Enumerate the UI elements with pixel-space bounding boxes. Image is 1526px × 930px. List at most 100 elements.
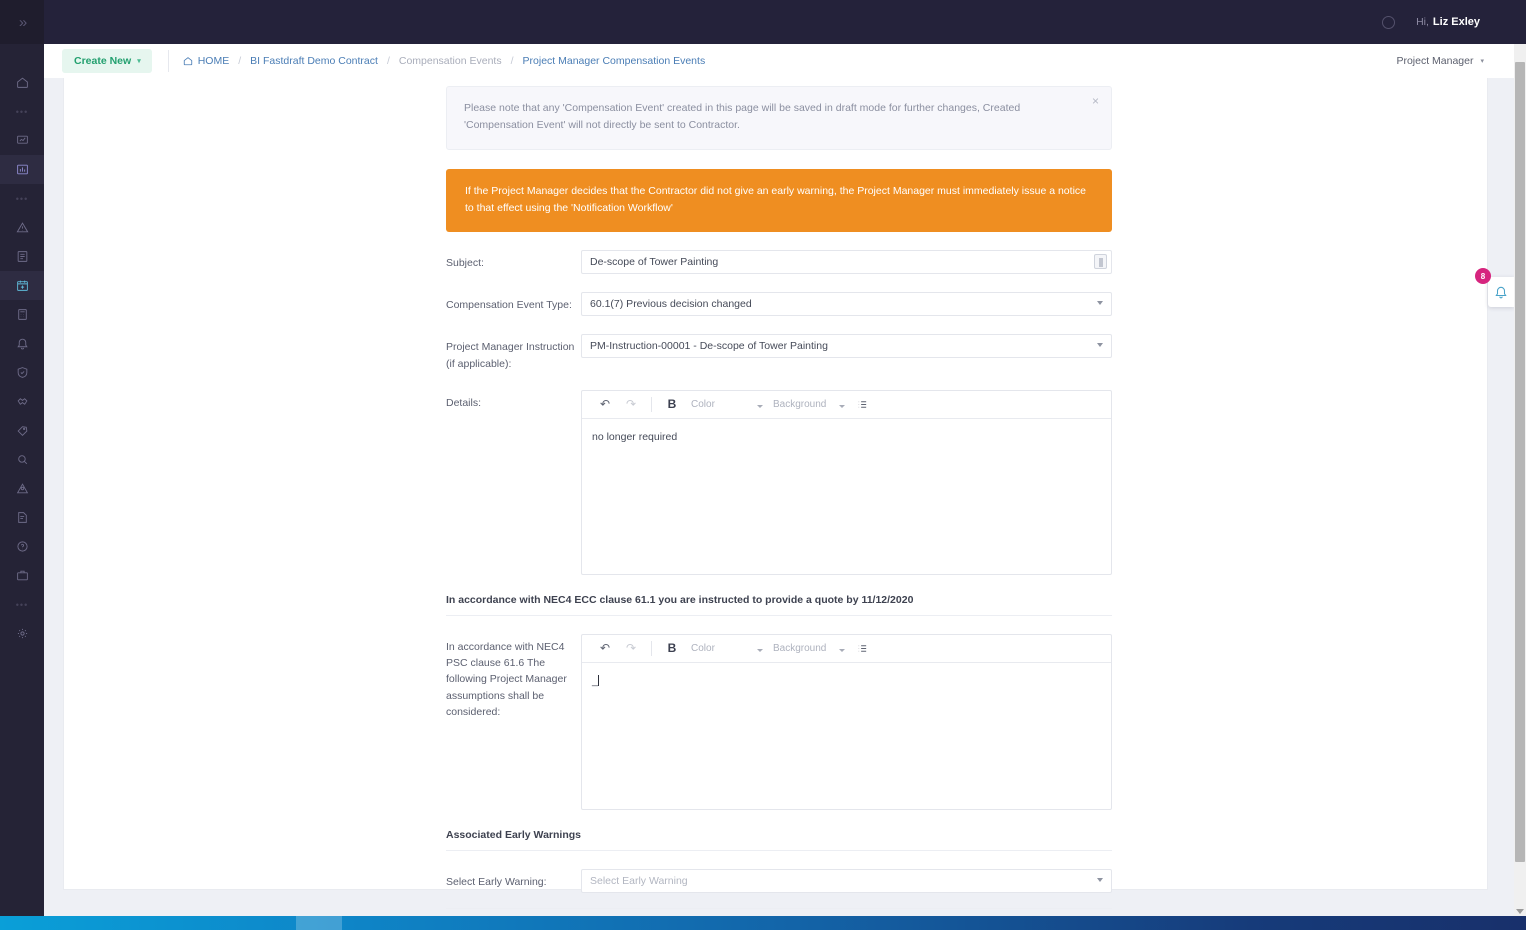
bold-button[interactable]: B	[659, 635, 685, 661]
sidebar-item-dashboard[interactable]	[0, 126, 44, 155]
os-taskbar	[0, 916, 1526, 930]
pm-instruction-select[interactable]: PM-Instruction-00001 - De-scope of Tower…	[581, 334, 1112, 359]
chevron-down-icon	[757, 404, 763, 408]
bullet-list-icon[interactable]	[849, 391, 875, 417]
circle-icon[interactable]	[1382, 15, 1396, 29]
chevron-down-icon: ▾	[137, 58, 141, 65]
breadcrumb-separator: /	[386, 55, 390, 67]
chevron-down-icon	[839, 648, 845, 652]
sidebar-item-home[interactable]	[0, 68, 44, 97]
details-editor-body[interactable]: no longer required	[582, 419, 1111, 574]
sidebar-item-notifications[interactable]	[0, 329, 44, 358]
form-row-pm-instruction: Project Manager Instruction (if applicab…	[446, 334, 1112, 372]
background-color-label: Background	[773, 642, 827, 654]
form-row-subject: Subject:	[446, 250, 1112, 275]
chevron-down-icon	[1097, 301, 1103, 306]
scrollbar-thumb[interactable]	[1515, 62, 1525, 862]
toolbar-divider	[651, 396, 652, 412]
role-switcher[interactable]: Project Manager ▾	[1396, 55, 1512, 67]
bell-icon	[1495, 286, 1507, 299]
sidebar-item-reports[interactable]	[0, 155, 44, 184]
text-color-dropdown[interactable]: Color	[691, 643, 767, 654]
sidebar-item-help[interactable]	[0, 532, 44, 561]
compensation-event-form: Please note that any 'Compensation Event…	[446, 78, 1112, 916]
draft-mode-notice: Please note that any 'Compensation Event…	[446, 86, 1112, 150]
details-editor-toolbar: ↶ ↷ B Color Background	[582, 391, 1111, 419]
text-cursor	[597, 674, 599, 686]
notification-count-badge: 8	[1475, 268, 1491, 284]
sidebar-divider-dots: •••	[15, 599, 29, 610]
breadcrumb-item-pm-compensation-events[interactable]: Project Manager Compensation Events	[523, 55, 706, 67]
sidebar-item-partners[interactable]	[0, 387, 44, 416]
sidebar-item-compensation-events[interactable]	[0, 271, 44, 300]
redo-icon[interactable]: ↷	[618, 391, 644, 417]
text-color-dropdown[interactable]: Color	[691, 399, 767, 410]
bullet-list-icon[interactable]	[849, 635, 875, 661]
content-card: Please note that any 'Compensation Event…	[63, 78, 1488, 909]
calendar-plus-icon	[16, 280, 28, 291]
breadcrumb-item-home[interactable]: HOME	[183, 55, 229, 67]
early-warning-select[interactable]: Select Early Warning	[581, 868, 1112, 893]
undo-icon[interactable]: ↶	[592, 635, 618, 661]
help-circle-icon	[16, 541, 28, 552]
form-row-event-type: Compensation Event Type: 60.1(7) Previou…	[446, 292, 1112, 317]
early-warning-banner-text: If the Project Manager decides that the …	[465, 184, 1086, 214]
breadcrumb-item-contract[interactable]: BI Fastdraft Demo Contract	[250, 55, 378, 67]
scroll-down-arrow-icon[interactable]	[1516, 909, 1524, 914]
redo-icon[interactable]: ↷	[618, 635, 644, 661]
background-color-dropdown[interactable]: Background	[773, 399, 849, 410]
home-icon	[183, 57, 192, 66]
bullet-list-glyph	[858, 645, 866, 652]
create-new-button[interactable]: Create New ▾	[62, 49, 152, 73]
sidebar-item-quality[interactable]	[0, 358, 44, 387]
handshake-icon	[17, 398, 27, 405]
background-color-dropdown[interactable]: Background	[773, 643, 849, 654]
taskbar-active-window[interactable]	[296, 916, 342, 930]
bold-button[interactable]: B	[659, 391, 685, 417]
vertical-scrollbar[interactable]	[1514, 44, 1526, 916]
draft-notice-text: Please note that any 'Compensation Event…	[464, 102, 1021, 132]
notifications-flyout-tab[interactable]: 8	[1475, 268, 1514, 307]
role-label: Project Manager	[1396, 55, 1474, 67]
quote-instruction-text: In accordance with NEC4 ECC clause 61.1 …	[446, 594, 1112, 616]
sidebar-item-search[interactable]	[0, 445, 44, 474]
hazard-icon	[16, 483, 28, 494]
close-icon[interactable]: ×	[1092, 95, 1099, 107]
sidebar-item-tags[interactable]	[0, 416, 44, 445]
chevron-down-icon	[1097, 343, 1103, 348]
sidebar-item-early-warnings[interactable]	[0, 213, 44, 242]
assumptions-editor-body[interactable]: _	[582, 663, 1111, 809]
event-type-label: Compensation Event Type:	[446, 299, 572, 312]
create-new-label: Create New	[74, 55, 132, 67]
form-row-assumptions: In accordance with NEC4 PSC clause 61.6 …	[446, 633, 1112, 810]
subject-input[interactable]	[581, 250, 1112, 275]
greeting-text: Hi,	[1416, 16, 1429, 28]
details-label: Details:	[446, 396, 482, 409]
breadcrumb-item-compensation-events: Compensation Events	[398, 55, 502, 67]
expand-sidebar-icon[interactable]: »	[19, 15, 27, 30]
sidebar-item-valuations[interactable]	[0, 300, 44, 329]
presentation-chart-icon	[16, 135, 28, 144]
form-row-early-warning: Select Early Warning: Select Early Warni…	[446, 868, 1112, 893]
chevron-down-icon	[839, 404, 845, 408]
bell-icon	[16, 338, 28, 350]
sidebar-item-settings[interactable]	[0, 619, 44, 648]
event-type-select[interactable]: 60.1(7) Previous decision changed	[581, 292, 1112, 317]
undo-icon[interactable]: ↶	[592, 391, 618, 417]
sidebar-item-records[interactable]	[0, 503, 44, 532]
breadcrumb: HOME / BI Fastdraft Demo Contract / Comp…	[183, 55, 705, 67]
chevron-down-icon	[757, 648, 763, 652]
resize-grip-icon[interactable]	[1094, 254, 1107, 270]
calculator-icon	[17, 309, 27, 320]
sidebar-item-risks[interactable]	[0, 474, 44, 503]
pm-instruction-label: Project Manager Instruction (if applicab…	[446, 341, 575, 370]
current-user-name[interactable]: Liz Exley	[1433, 16, 1480, 28]
early-warning-label: Select Early Warning:	[446, 875, 547, 888]
bullet-list-glyph	[858, 401, 866, 408]
chevron-down-icon	[1097, 877, 1103, 882]
breadcrumb-separator: /	[510, 55, 514, 67]
left-icon-rail: » ••• ••• •••	[0, 0, 44, 916]
sidebar-item-projects[interactable]	[0, 561, 44, 590]
home-icon	[16, 77, 28, 88]
sidebar-item-documents[interactable]	[0, 242, 44, 271]
